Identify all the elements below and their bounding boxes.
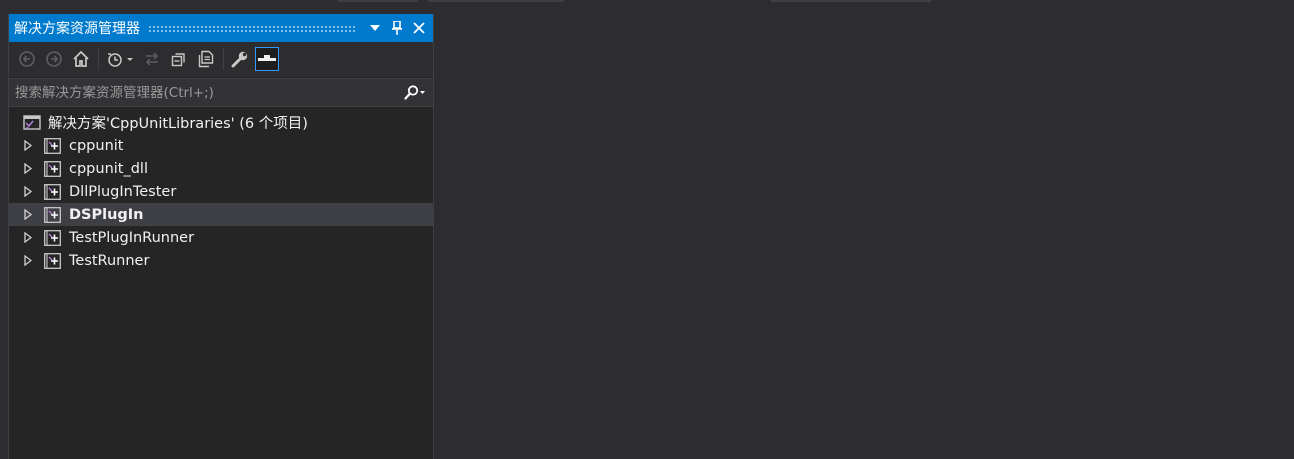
- home-icon[interactable]: [69, 47, 93, 71]
- panel-title-bar[interactable]: 解决方案资源管理器: [9, 14, 433, 42]
- search-icon[interactable]: [397, 84, 433, 101]
- project-label: TestPlugInRunner: [69, 229, 195, 246]
- expand-arrow-icon[interactable]: [21, 163, 35, 174]
- cpp-project-icon: [44, 160, 61, 177]
- sync-icon[interactable]: [140, 47, 164, 71]
- project-node[interactable]: TestPlugInRunner: [9, 226, 433, 249]
- panel-title: 解决方案资源管理器: [14, 21, 140, 37]
- solution-icon: [23, 114, 41, 131]
- drag-grip[interactable]: [148, 24, 357, 32]
- cpp-project-icon: [44, 183, 61, 200]
- project-node[interactable]: cppunit: [9, 134, 433, 157]
- project-node[interactable]: DSPlugIn: [9, 203, 433, 226]
- expand-arrow-icon[interactable]: [21, 209, 35, 220]
- cpp-project-icon: [44, 252, 61, 269]
- top-tab-strip: [0, 0, 1294, 3]
- project-label: DllPlugInTester: [69, 183, 177, 200]
- history-icon[interactable]: [103, 47, 137, 71]
- pin-icon[interactable]: [387, 18, 407, 38]
- back-icon[interactable]: [15, 47, 39, 71]
- project-node[interactable]: DllPlugInTester: [9, 180, 433, 203]
- close-icon[interactable]: [409, 18, 429, 38]
- expand-arrow-icon[interactable]: [21, 255, 35, 266]
- project-label: cppunit_dll: [69, 160, 148, 177]
- project-label: DSPlugIn: [69, 206, 144, 223]
- project-node[interactable]: cppunit_dll: [9, 157, 433, 180]
- solution-explorer-panel: 解决方案资源管理器 搜索解决方案资源管理器(Ctrl+;) 解决方案'CppUn…: [8, 14, 434, 459]
- toolbar: [9, 42, 433, 77]
- expand-arrow-icon[interactable]: [21, 140, 35, 151]
- toolbar-separator: [98, 48, 99, 70]
- forward-icon[interactable]: [42, 47, 66, 71]
- cpp-project-icon: [44, 137, 61, 154]
- show-all-files-icon[interactable]: [194, 47, 218, 71]
- collapse-all-icon[interactable]: [167, 47, 191, 71]
- toolbar-separator: [223, 48, 224, 70]
- project-node[interactable]: TestRunner: [9, 249, 433, 272]
- solution-label: 解决方案'CppUnitLibraries' (6 个项目): [48, 116, 308, 132]
- properties-icon[interactable]: [228, 47, 252, 71]
- search-input[interactable]: [9, 80, 397, 105]
- tab-edge: [428, 0, 564, 2]
- tab-edge: [338, 0, 418, 2]
- tab-edge: [771, 0, 931, 2]
- preview-icon[interactable]: [255, 47, 279, 71]
- expand-arrow-icon[interactable]: [21, 186, 35, 197]
- search-bar: [9, 78, 433, 107]
- solution-node[interactable]: 解决方案'CppUnitLibraries' (6 个项目): [9, 111, 433, 134]
- expand-arrow-icon[interactable]: [21, 232, 35, 243]
- cpp-project-icon: [44, 229, 61, 246]
- project-label: cppunit: [69, 137, 124, 154]
- cpp-project-icon: [44, 206, 61, 223]
- project-label: TestRunner: [69, 252, 150, 269]
- solution-tree: 解决方案'CppUnitLibraries' (6 个项目) cppunit cp…: [9, 107, 433, 272]
- dropdown-arrow-icon[interactable]: [365, 18, 385, 38]
